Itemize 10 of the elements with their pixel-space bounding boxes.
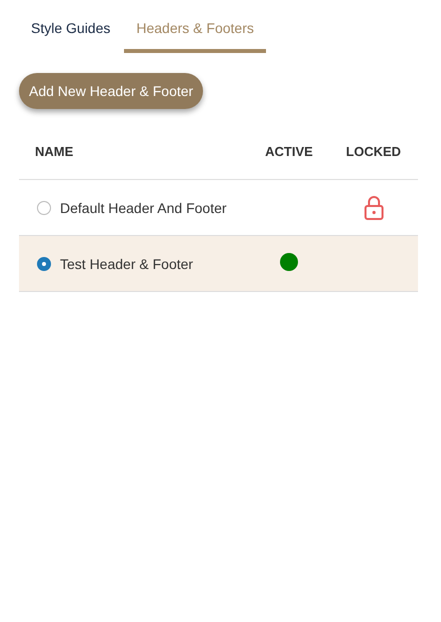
column-header: ACTIVE [265,144,313,159]
row-name: Test Header & Footer [60,256,194,272]
column-header: LOCKED [346,144,401,159]
radio-button[interactable] [37,200,51,214]
column-header: NAME [35,144,74,158]
add-button[interactable]: Add New Header & Footer [19,73,204,109]
tab[interactable]: Style Guides [19,10,122,53]
radio-button[interactable] [37,256,51,270]
table-row[interactable]: Test Header & Footer [19,236,418,292]
row-name: Default Header And Footer [60,200,227,216]
